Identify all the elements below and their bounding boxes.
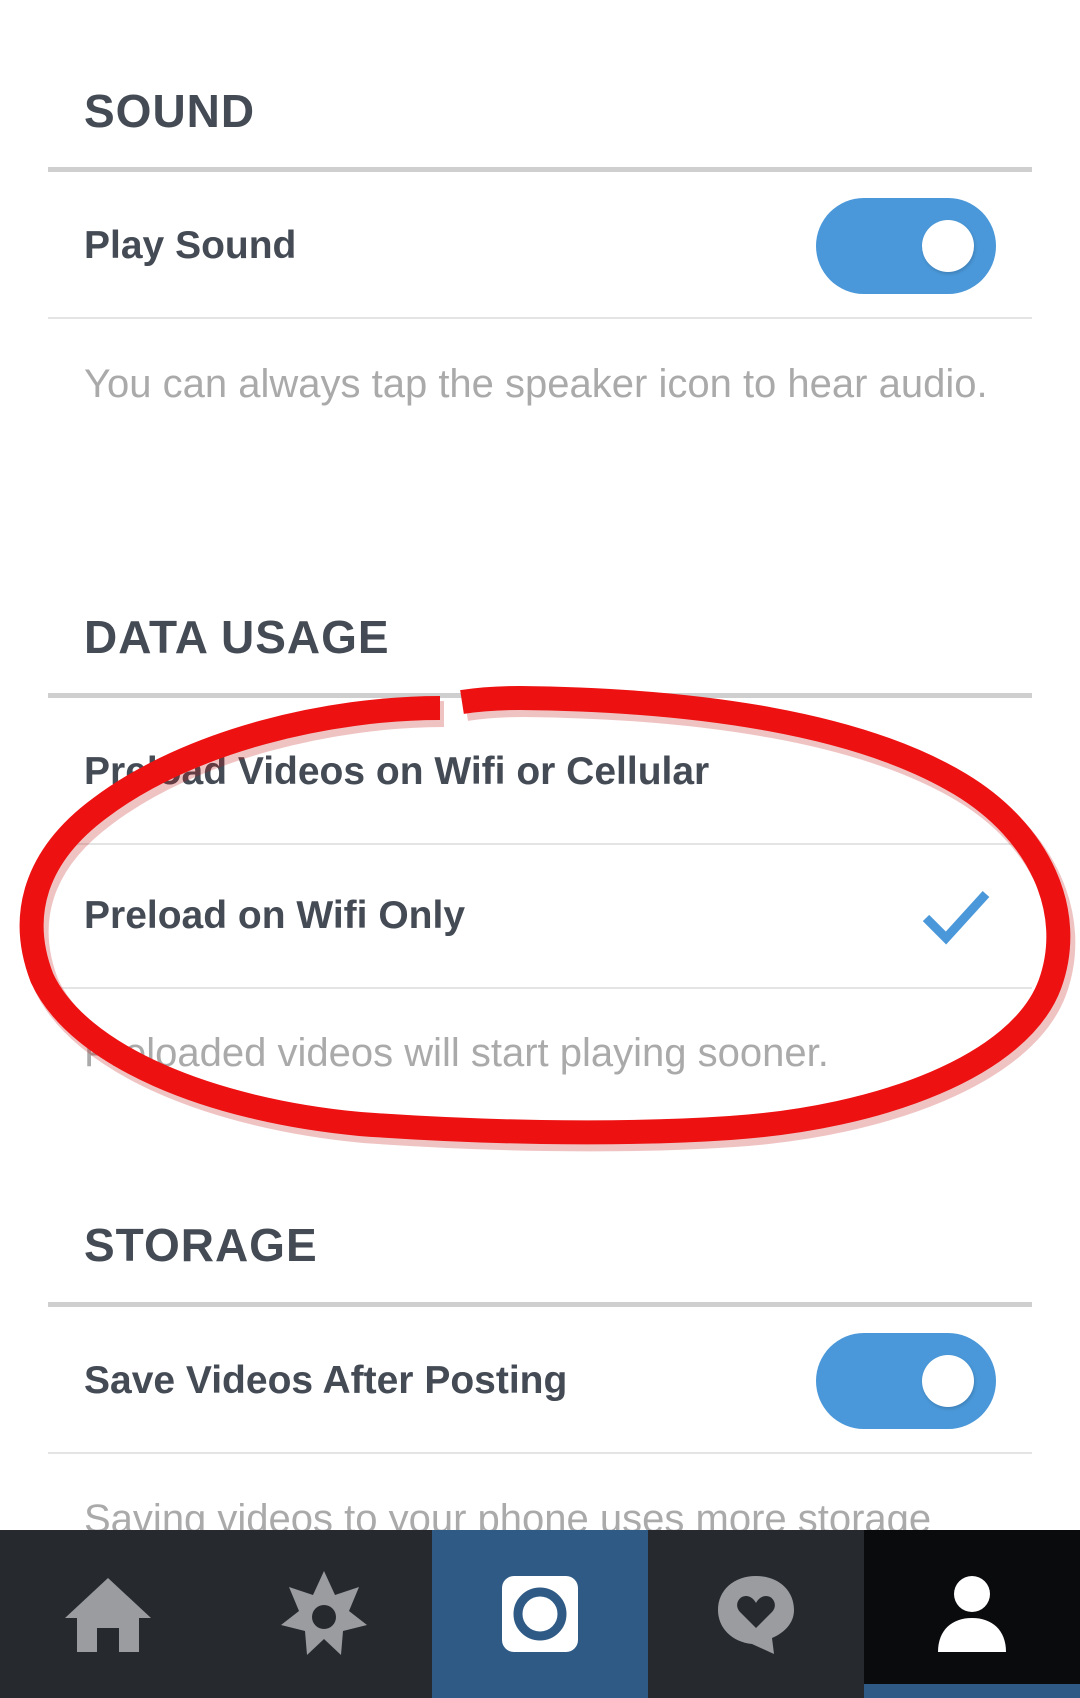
toggle-knob [922,1355,974,1407]
save-videos-description: Saving videos to your phone uses more st… [84,1497,932,1530]
preload-wifi-only-option[interactable]: Preload on Wifi Only [48,845,1032,987]
section-divider [48,693,1032,698]
preload-description: Preloaded videos will start playing soon… [84,1031,829,1075]
section-header-storage: STORAGE [84,1219,318,1271]
profile-icon [938,1576,1006,1652]
row-divider [48,317,1032,319]
save-videos-label: Save Videos After Posting [84,1359,568,1402]
play-sound-toggle[interactable] [816,198,996,294]
nav-camera[interactable] [432,1530,648,1698]
explore-icon [281,1571,367,1655]
section-divider [48,167,1032,172]
section-header-data-usage: DATA USAGE [84,611,390,663]
play-sound-row[interactable]: Play Sound [48,175,1032,317]
section-divider [48,1302,1032,1307]
preload-wifi-or-cellular-option[interactable]: Preload Videos on Wifi or Cellular [48,701,1032,843]
play-sound-description: You can always tap the speaker icon to h… [84,362,988,406]
row-divider [48,1452,1032,1454]
camera-icon [502,1576,578,1652]
nav-home[interactable] [0,1530,216,1698]
preload-wifi-or-cellular-label: Preload Videos on Wifi or Cellular [84,750,710,793]
play-sound-label: Play Sound [84,224,297,267]
save-videos-toggle[interactable] [816,1333,996,1429]
bottom-nav [0,1530,1080,1698]
nav-profile[interactable] [864,1530,1080,1698]
active-tab-indicator [864,1684,1080,1698]
checkmark-icon [922,890,990,945]
activity-icon [718,1576,794,1654]
nav-explore[interactable] [216,1530,432,1698]
save-videos-row[interactable]: Save Videos After Posting [48,1310,1032,1452]
home-icon [65,1578,151,1652]
preload-wifi-only-label: Preload on Wifi Only [84,894,466,937]
toggle-knob [922,220,974,272]
nav-activity[interactable] [648,1530,864,1698]
section-header-sound: SOUND [84,85,256,137]
settings-content: SOUND Play Sound You can always tap the … [0,0,1080,1530]
row-divider [48,987,1032,989]
